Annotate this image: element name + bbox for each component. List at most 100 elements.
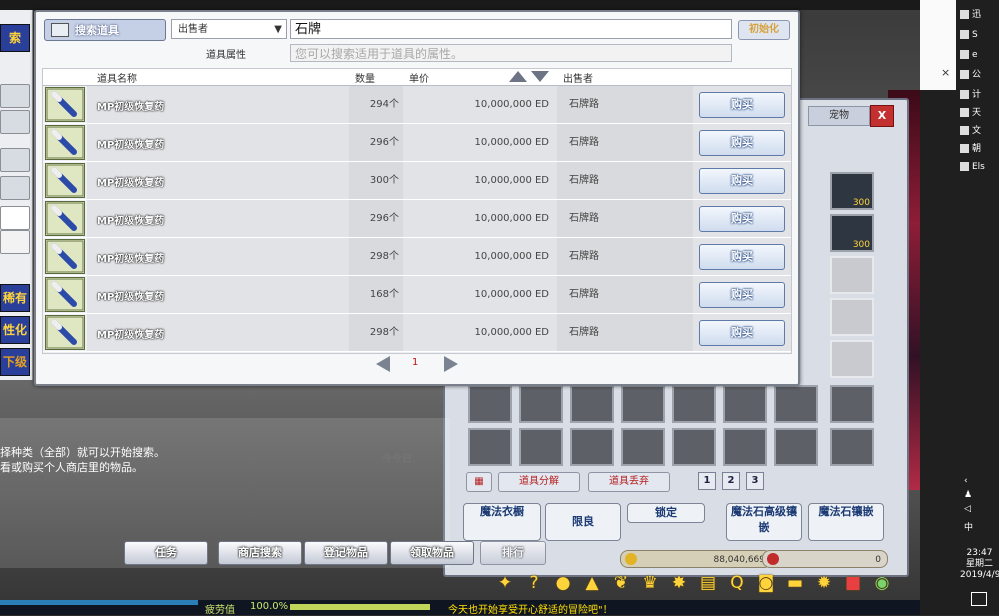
inventory-page-1[interactable]: 1 bbox=[698, 472, 716, 490]
limit-button[interactable]: 限良 bbox=[545, 503, 621, 541]
taskbar-item[interactable]: 迅 bbox=[960, 6, 999, 24]
buy-button[interactable]: 购买 bbox=[699, 320, 785, 346]
left-panel-item-custom[interactable]: 性化 bbox=[0, 316, 30, 344]
taskbar-item[interactable]: 公 bbox=[960, 66, 999, 84]
refresh-icon[interactable]: ◉ bbox=[871, 572, 893, 594]
gift-icon[interactable]: ■ bbox=[842, 572, 864, 594]
inventory-page-2[interactable]: 2 bbox=[722, 472, 740, 490]
lock-button[interactable]: 锁定 bbox=[627, 503, 705, 523]
question-icon[interactable]: ? bbox=[523, 572, 545, 594]
character-icon[interactable]: ● bbox=[552, 572, 574, 594]
trophy-icon[interactable]: ♛ bbox=[639, 572, 661, 594]
buy-button[interactable]: 购买 bbox=[699, 206, 785, 232]
tab-pet[interactable]: 宠物 bbox=[808, 106, 870, 126]
left-panel-item-rare[interactable]: 稀有 bbox=[0, 284, 30, 312]
reset-button[interactable]: 初始化 bbox=[738, 20, 790, 40]
decompose-button[interactable]: 道具分解 bbox=[498, 472, 580, 492]
register-item-button[interactable]: 登记物品 bbox=[304, 541, 388, 565]
item-name: MP初级恢复药 bbox=[97, 178, 165, 189]
taskbar-item[interactable]: S bbox=[960, 26, 999, 44]
guild-icon[interactable]: ◙ bbox=[755, 572, 777, 594]
left-panel-dropdown[interactable] bbox=[0, 148, 30, 172]
sort-asc-icon[interactable] bbox=[509, 71, 527, 82]
sort-desc-icon[interactable] bbox=[531, 71, 549, 82]
input-language[interactable]: 中 bbox=[964, 520, 973, 533]
left-panel-dropdown[interactable] bbox=[0, 110, 30, 134]
inventory-slot[interactable] bbox=[774, 428, 818, 466]
inventory-slot[interactable] bbox=[468, 385, 512, 423]
next-page-icon[interactable] bbox=[444, 356, 458, 372]
search-items-button[interactable]: 搜索道具 bbox=[44, 19, 166, 41]
previous-page-icon[interactable] bbox=[376, 356, 390, 372]
sort-control[interactable] bbox=[509, 70, 553, 83]
inventory-page-3[interactable]: 3 bbox=[746, 472, 764, 490]
inventory-slot[interactable] bbox=[774, 385, 818, 423]
wings-icon[interactable]: ❦ bbox=[610, 572, 632, 594]
inventory-slot[interactable] bbox=[830, 256, 874, 294]
inventory-slot[interactable] bbox=[570, 385, 614, 423]
taskbar-item[interactable]: 天 bbox=[960, 104, 999, 122]
taskbar-item-label: 计 bbox=[972, 90, 982, 100]
taskbar-item[interactable]: e bbox=[960, 46, 999, 64]
item-attribute-input[interactable]: 您可以搜索适用于道具的属性。 bbox=[290, 44, 732, 62]
inventory-slot[interactable] bbox=[830, 340, 874, 378]
buy-button[interactable]: 购买 bbox=[699, 282, 785, 308]
table-header: 道具名称 数量 单价 出售者 bbox=[43, 69, 791, 86]
left-panel-dropdown[interactable] bbox=[0, 84, 30, 108]
left-panel-field[interactable] bbox=[0, 206, 30, 230]
inventory-slot[interactable] bbox=[723, 428, 767, 466]
tray-app-icon[interactable]: ♟ bbox=[964, 490, 972, 500]
filter-type-select[interactable]: 出售者 ▼ bbox=[171, 19, 287, 39]
search-input[interactable]: 石牌 bbox=[290, 19, 732, 39]
inventory-slot[interactable] bbox=[519, 428, 563, 466]
close-icon[interactable]: × bbox=[941, 66, 950, 79]
inventory-slot[interactable]: 300 bbox=[830, 214, 874, 252]
inventory-slot[interactable] bbox=[672, 385, 716, 423]
taskbar-item[interactable]: 计 bbox=[960, 86, 999, 104]
inventory-slot[interactable] bbox=[672, 428, 716, 466]
magic-stone-high-button[interactable]: 魔法石高级镶嵌 bbox=[726, 503, 802, 541]
discard-button[interactable]: 道具丢弃 bbox=[588, 472, 670, 492]
chevron-up-icon[interactable]: ‹ bbox=[964, 476, 968, 486]
inventory-slot[interactable] bbox=[723, 385, 767, 423]
burst-icon[interactable]: ✸ bbox=[668, 572, 690, 594]
buy-button[interactable]: 购买 bbox=[699, 168, 785, 194]
grid-view-icon[interactable]: ▦ bbox=[466, 472, 492, 492]
search-items-label: 搜索道具 bbox=[75, 24, 119, 37]
buy-button[interactable]: 购买 bbox=[699, 244, 785, 270]
left-panel-dropdown[interactable] bbox=[0, 176, 30, 200]
quest-button[interactable]: 任务 bbox=[124, 541, 208, 565]
clock[interactable]: 23:47 星期二 2019/4/9 bbox=[960, 548, 999, 581]
inventory-slot[interactable] bbox=[830, 298, 874, 336]
taskbar-item[interactable]: 文 bbox=[960, 122, 999, 140]
chat-icon[interactable]: ▬ bbox=[784, 572, 806, 594]
inventory-slot[interactable] bbox=[570, 428, 614, 466]
taskbar-item[interactable]: Els bbox=[960, 158, 999, 176]
magic-closet-button[interactable]: 魔法衣橱 bbox=[463, 503, 541, 541]
buy-button[interactable]: 购买 bbox=[699, 92, 785, 118]
left-panel-item-search[interactable]: 索 bbox=[0, 24, 30, 52]
inventory-slot[interactable] bbox=[621, 428, 665, 466]
inventory-slot[interactable] bbox=[830, 385, 874, 423]
ranking-button[interactable]: 排行 bbox=[480, 541, 546, 565]
taskbar-item[interactable]: 朝 bbox=[960, 140, 999, 158]
inventory-slot[interactable] bbox=[830, 428, 874, 466]
inventory-slot[interactable] bbox=[519, 385, 563, 423]
left-panel-item-low[interactable]: 下级 bbox=[0, 348, 30, 376]
inventory-slot[interactable] bbox=[468, 428, 512, 466]
buy-button[interactable]: 购买 bbox=[699, 130, 785, 156]
shop-search-button[interactable]: 商店搜索 bbox=[218, 541, 302, 565]
quest-icon[interactable]: Q bbox=[726, 572, 748, 594]
inventory-slot[interactable] bbox=[621, 385, 665, 423]
left-panel-field[interactable] bbox=[0, 230, 30, 254]
magic-stone-button[interactable]: 魔法石镶嵌 bbox=[808, 503, 884, 541]
claim-item-button[interactable]: 领取物品 bbox=[390, 541, 474, 565]
inventory-slot[interactable]: 300 bbox=[830, 172, 874, 210]
sparkle-icon[interactable]: ✦ bbox=[494, 572, 516, 594]
notification-icon[interactable] bbox=[971, 592, 987, 606]
level-icon[interactable]: ▲ bbox=[581, 572, 603, 594]
gear-icon[interactable]: ✹ bbox=[813, 572, 835, 594]
close-icon[interactable]: X bbox=[870, 105, 894, 127]
book-icon[interactable]: ▤ bbox=[697, 572, 719, 594]
volume-icon[interactable]: ◁ bbox=[964, 504, 971, 514]
